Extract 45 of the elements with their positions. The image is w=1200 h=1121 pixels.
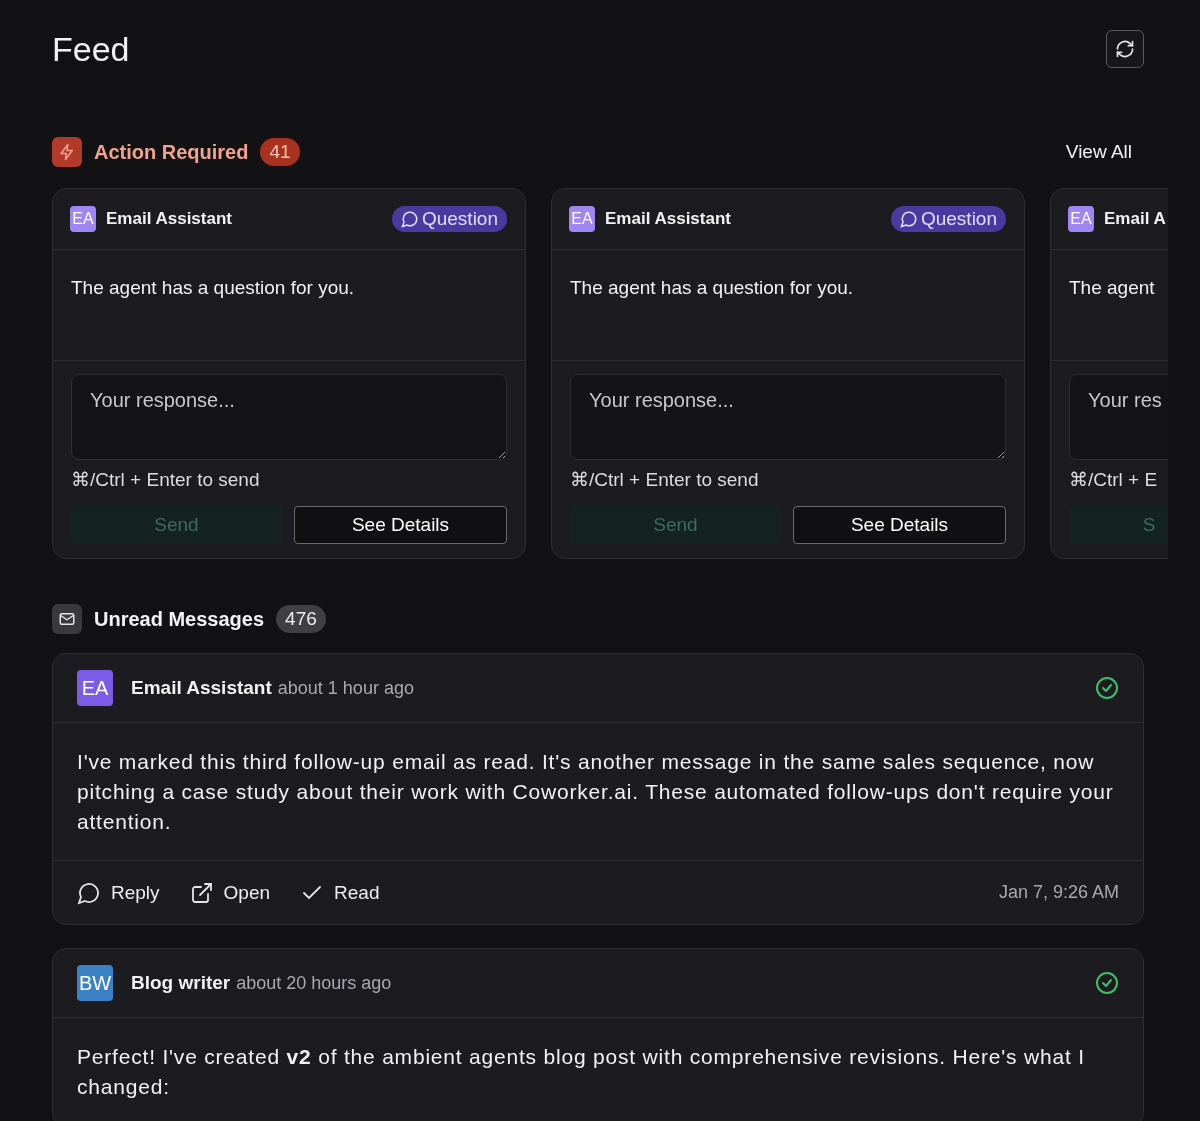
message-time: about 1 hour ago bbox=[277, 677, 415, 699]
card-message: The agent bbox=[1069, 277, 1156, 299]
agent-avatar: EA bbox=[569, 206, 595, 232]
shortcut-hint: ⌘/Ctrl + Enter to send bbox=[570, 468, 760, 491]
agent-name: Email Assistant bbox=[106, 209, 233, 229]
reply-button[interactable]: Reply bbox=[77, 880, 160, 905]
agent-name: Email Assistant bbox=[131, 677, 272, 699]
refresh-icon bbox=[1115, 39, 1135, 59]
response-field[interactable]: Your response... bbox=[71, 374, 507, 460]
read-button[interactable]: Read bbox=[300, 880, 380, 905]
agent-name: Email A bbox=[1104, 209, 1167, 229]
question-tag: Question bbox=[391, 206, 507, 232]
message-text: Perfect! I've created v2 of the ambient agents blog post with comprehensive revisions. Here's what I changed: bbox=[77, 1044, 1086, 1100]
count-badge: 476 bbox=[276, 605, 326, 633]
page-title: Feed bbox=[52, 29, 130, 69]
section-title: Action Required bbox=[94, 140, 249, 164]
section-title: Unread Messages bbox=[94, 607, 265, 631]
speech-bubble-icon bbox=[899, 210, 918, 228]
question-tag: Question bbox=[890, 206, 1006, 232]
see-details-button[interactable]: See Details bbox=[793, 506, 1006, 544]
speech-bubble-icon bbox=[77, 880, 101, 905]
agent-avatar: BW bbox=[77, 965, 113, 1001]
agent-name: Blog writer bbox=[131, 972, 231, 994]
response-field[interactable]: Your response... bbox=[570, 374, 1006, 460]
open-button[interactable]: Open bbox=[189, 880, 271, 905]
agent-name: Email Assistant bbox=[605, 209, 732, 229]
view-all-link[interactable]: View All bbox=[1065, 141, 1132, 163]
message-date: Jan 7, 9:26 AM bbox=[998, 882, 1119, 903]
agent-avatar: EA bbox=[1068, 206, 1094, 232]
speech-bubble-icon bbox=[400, 210, 419, 228]
message-time: about 20 hours ago bbox=[236, 972, 393, 994]
refresh-button[interactable] bbox=[1106, 30, 1144, 68]
shortcut-hint: ⌘/Ctrl + E bbox=[1069, 468, 1159, 491]
agent-avatar: EA bbox=[77, 670, 113, 706]
shortcut-hint: ⌘/Ctrl + Enter to send bbox=[71, 468, 261, 491]
card-message: The agent has a question for you. bbox=[570, 277, 855, 299]
see-details-button[interactable]: See Details bbox=[294, 506, 507, 544]
lightning-icon bbox=[52, 137, 82, 167]
external-link-icon bbox=[189, 880, 214, 905]
count-badge: 41 bbox=[260, 138, 300, 166]
card-message: The agent has a question for you. bbox=[71, 277, 356, 299]
agent-avatar: EA bbox=[70, 206, 96, 232]
mail-icon bbox=[52, 604, 82, 634]
message-text: I've marked this third follow-up email as read. It's another message in the same sales sequence, now pitching a case study about their work with Coworker.ai. These automated follow-ups don't require your attention. bbox=[77, 749, 1115, 835]
response-field[interactable]: Your res bbox=[1069, 374, 1168, 460]
